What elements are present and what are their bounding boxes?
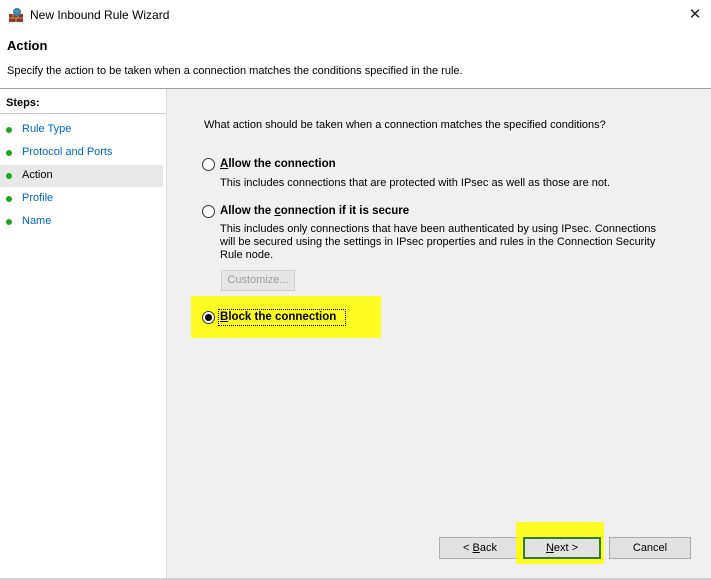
action-panel: What action should be taken when a conne… (167, 89, 711, 580)
cancel-button[interactable]: Cancel (609, 537, 691, 559)
sidebar-item-label: Profile (22, 192, 54, 204)
step-bullet-icon (6, 219, 12, 225)
allow-if-secure-label[interactable]: Allow the connection if it is secure (220, 205, 409, 217)
close-icon[interactable]: ✕ (684, 4, 706, 26)
sidebar-item-label: Name (22, 215, 52, 227)
steps-sidebar: Steps: Rule Type Protocol and Ports Acti… (0, 89, 167, 580)
allow-connection-label[interactable]: Allow the connection (220, 158, 336, 170)
firewall-icon (9, 8, 23, 22)
allow-connection-description: This includes connections that are prote… (220, 177, 611, 189)
sidebar-item-label: Action (22, 169, 53, 181)
sidebar-item-label: Rule Type (22, 123, 72, 135)
step-bullet-icon (6, 196, 12, 202)
next-button[interactable]: Next > (523, 537, 601, 559)
customize-button: Customize... (221, 270, 295, 291)
page-title: Action (7, 38, 48, 53)
block-connection-radio[interactable] (202, 311, 215, 324)
sidebar-item-action: Action (0, 165, 163, 187)
action-question: What action should be taken when a conne… (204, 119, 606, 131)
allow-if-secure-description: This includes only connections that have… (220, 223, 656, 261)
wizard-header: Action Specify the action to be taken wh… (0, 30, 711, 89)
steps-header: Steps: (0, 95, 166, 114)
allow-connection-radio[interactable] (202, 158, 215, 171)
step-bullet-icon (6, 150, 12, 156)
sidebar-item-rule-type[interactable]: Rule Type (0, 119, 163, 141)
window-title: New Inbound Rule Wizard (30, 8, 170, 22)
sidebar-item-label: Protocol and Ports (22, 146, 113, 158)
title-bar: New Inbound Rule Wizard ✕ (0, 0, 711, 30)
back-button[interactable]: < Back (439, 537, 521, 559)
sidebar-item-profile[interactable]: Profile (0, 188, 163, 210)
sidebar-item-name[interactable]: Name (0, 211, 163, 233)
allow-if-secure-radio[interactable] (202, 205, 215, 218)
step-bullet-icon (6, 127, 12, 133)
sidebar-item-protocol-and-ports[interactable]: Protocol and Ports (0, 142, 163, 164)
steps-label: Steps: (6, 97, 40, 109)
page-description: Specify the action to be taken when a co… (7, 65, 463, 77)
focus-rectangle (218, 309, 346, 326)
step-bullet-icon (6, 173, 12, 179)
